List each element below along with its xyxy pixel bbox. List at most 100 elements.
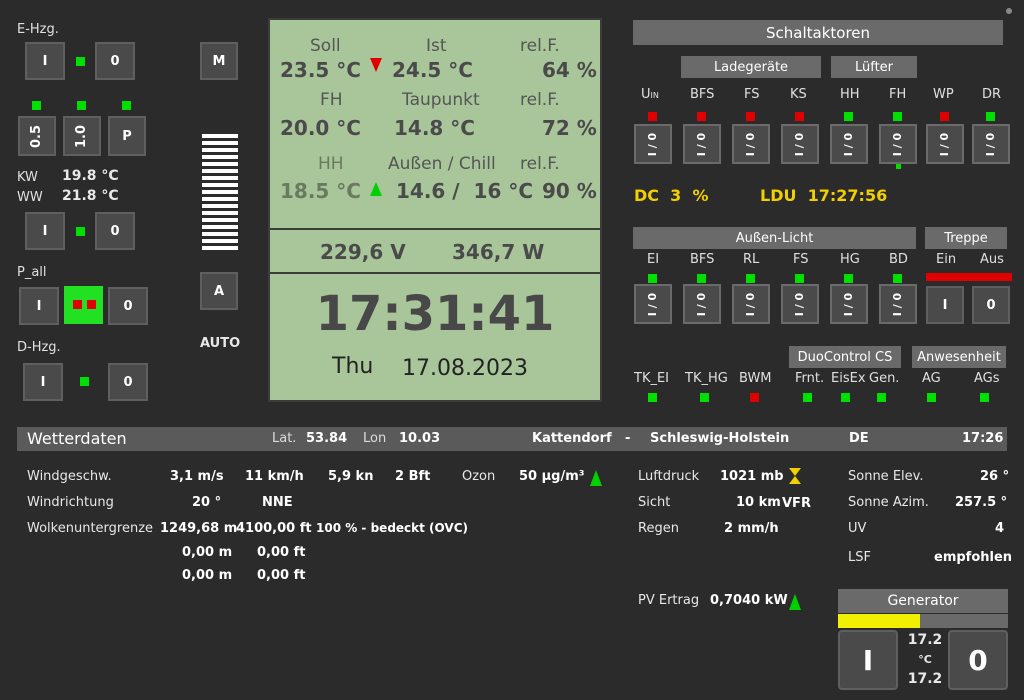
pall-off-button[interactable]: 0: [108, 287, 148, 325]
pressure-value: 1021 mb: [720, 469, 784, 484]
step-p-button[interactable]: P: [108, 116, 146, 156]
taupunkt-label: Taupunkt: [402, 90, 480, 110]
ehzg-status-led: [76, 57, 85, 66]
pressure-label: Luftdruck: [638, 469, 700, 484]
clock-time: 17:31:41: [315, 286, 555, 342]
step-05-led: [32, 101, 41, 110]
generator-load-fill: [838, 614, 920, 628]
treppe-on-button[interactable]: I: [926, 286, 964, 324]
aussen-rl-switch[interactable]: I / 0: [732, 284, 770, 324]
country-code: DE: [849, 431, 869, 446]
wind-label: Windgeschw.: [27, 469, 112, 484]
relf2-label: rel.F.: [520, 90, 560, 110]
treppe-ein-label: Ein: [936, 252, 957, 267]
step-10-label: 1.0: [74, 124, 90, 148]
switch-label: I / 0: [646, 292, 660, 316]
col-label-uin: UIN: [641, 87, 659, 102]
fh-switch[interactable]: I / 0: [879, 124, 917, 164]
fs-switch[interactable]: I / 0: [732, 124, 770, 164]
generator-off-button[interactable]: 0: [948, 630, 1008, 690]
wind-kn: 5,9 kn: [328, 469, 374, 484]
sight-label: Sicht: [638, 495, 671, 510]
aussen-value: 14.6 / 16 °C: [396, 179, 534, 203]
manual-mode-button[interactable]: M: [200, 42, 238, 80]
bottom-col-ag: AG: [922, 371, 941, 386]
climate-panel: Soll 23.5 °C Ist 24.5 °C rel.F. 64 % FH …: [268, 18, 602, 402]
ehzg-off-button[interactable]: 0: [95, 42, 135, 80]
bottom-col-ags: AGs: [974, 371, 1000, 386]
fs-led: [746, 112, 755, 121]
relf1-value: 64 %: [542, 58, 597, 82]
aussen-bd-led: [893, 274, 902, 283]
pv-up-arrow-icon: [789, 594, 801, 610]
hh-switch[interactable]: I / 0: [830, 124, 868, 164]
col-label-hh: HH: [840, 87, 860, 102]
cloud-ft1: 4100,00 ft: [236, 521, 312, 536]
dr-switch[interactable]: I / 0: [972, 124, 1010, 164]
wind-kmh: 11 km/h: [245, 469, 304, 484]
uv-value: 4: [995, 521, 1005, 536]
tkei-led: [648, 393, 657, 402]
relf2-value: 72 %: [542, 116, 597, 140]
pall-on-button[interactable]: I: [19, 287, 59, 325]
col-label-wp: WP: [933, 87, 954, 102]
ldu-status: LDU 17:27:56: [760, 186, 888, 205]
step-10-button[interactable]: 1.0: [63, 116, 101, 156]
step-10-led: [77, 101, 86, 110]
col-label-dr: DR: [982, 87, 1002, 102]
auto-mode-button[interactable]: A: [200, 272, 238, 310]
ozon-up-arrow-icon: [590, 470, 602, 486]
wind-dir-deg: 20 °: [192, 495, 222, 510]
generator-load-bar: [838, 614, 1008, 628]
uin-switch[interactable]: I / 0: [634, 124, 672, 164]
pall-label: P_all: [17, 265, 47, 280]
aussen-bd-switch[interactable]: I / 0: [879, 284, 917, 324]
step-05-button[interactable]: 0.5: [18, 116, 56, 156]
bottom-col-gen: Gen.: [869, 371, 900, 386]
ozon-label: Ozon: [462, 469, 496, 484]
switch-label: I / 0: [793, 132, 807, 156]
aussen-col-rl: RL: [743, 252, 760, 267]
sight-value: 10 km: [736, 495, 781, 510]
place-name: Kattendorf: [532, 431, 612, 446]
generator-on-button[interactable]: I: [838, 630, 898, 690]
aussen-ei-led: [648, 274, 657, 283]
lsf-value: empfohlen: [934, 550, 1013, 565]
lsf-label: LSF: [848, 550, 871, 565]
hh-led: [844, 112, 853, 121]
wp-switch[interactable]: I / 0: [926, 124, 964, 164]
col-label-fs: FS: [744, 87, 760, 102]
relf3-label: rel.F.: [520, 154, 560, 174]
dhzg-on-button[interactable]: I: [23, 363, 63, 401]
ehzg-on-button[interactable]: I: [25, 42, 65, 80]
aussen-bfs-switch[interactable]: I / 0: [683, 284, 721, 324]
switch-label: I / 0: [695, 132, 709, 156]
ww-on-button[interactable]: I: [25, 212, 65, 250]
frnt-led: [803, 393, 812, 402]
aussen-fs-switch[interactable]: I / 0: [781, 284, 819, 324]
treppe-off-button[interactable]: 0: [972, 286, 1010, 324]
cloud-m2: 0,00 m: [182, 545, 233, 560]
mode-slider[interactable]: [202, 134, 238, 260]
aussen-ei-switch[interactable]: I / 0: [634, 284, 672, 324]
weather-time: 17:26: [962, 431, 1004, 446]
ks-switch[interactable]: I / 0: [781, 124, 819, 164]
clock-date: 17.08.2023: [402, 356, 528, 381]
generator-temp-bottom: 17.2: [907, 671, 943, 687]
down-arrow-icon: [370, 58, 382, 72]
switch-label: I / 0: [793, 292, 807, 316]
bfs-switch[interactable]: I / 0: [683, 124, 721, 164]
aussen-col-bd: BD: [889, 252, 908, 267]
aussen-col-bfs: BFS: [690, 252, 715, 267]
aussen-hg-led: [844, 274, 853, 283]
aussen-col-ei: EI: [647, 252, 660, 267]
bottom-col-bwm: BWM: [739, 371, 772, 386]
wind-bft: 2 Bft: [395, 469, 431, 484]
bfs-led: [697, 112, 706, 121]
aussen-hg-switch[interactable]: I / 0: [830, 284, 868, 324]
ww-off-button[interactable]: 0: [95, 212, 135, 250]
switch-label: I / 0: [984, 132, 998, 156]
weather-header: Wetterdaten Lat. 53.84 Lon 10.03 Kattend…: [17, 427, 1007, 451]
dhzg-off-button[interactable]: 0: [108, 363, 148, 401]
switch-label: I / 0: [842, 132, 856, 156]
